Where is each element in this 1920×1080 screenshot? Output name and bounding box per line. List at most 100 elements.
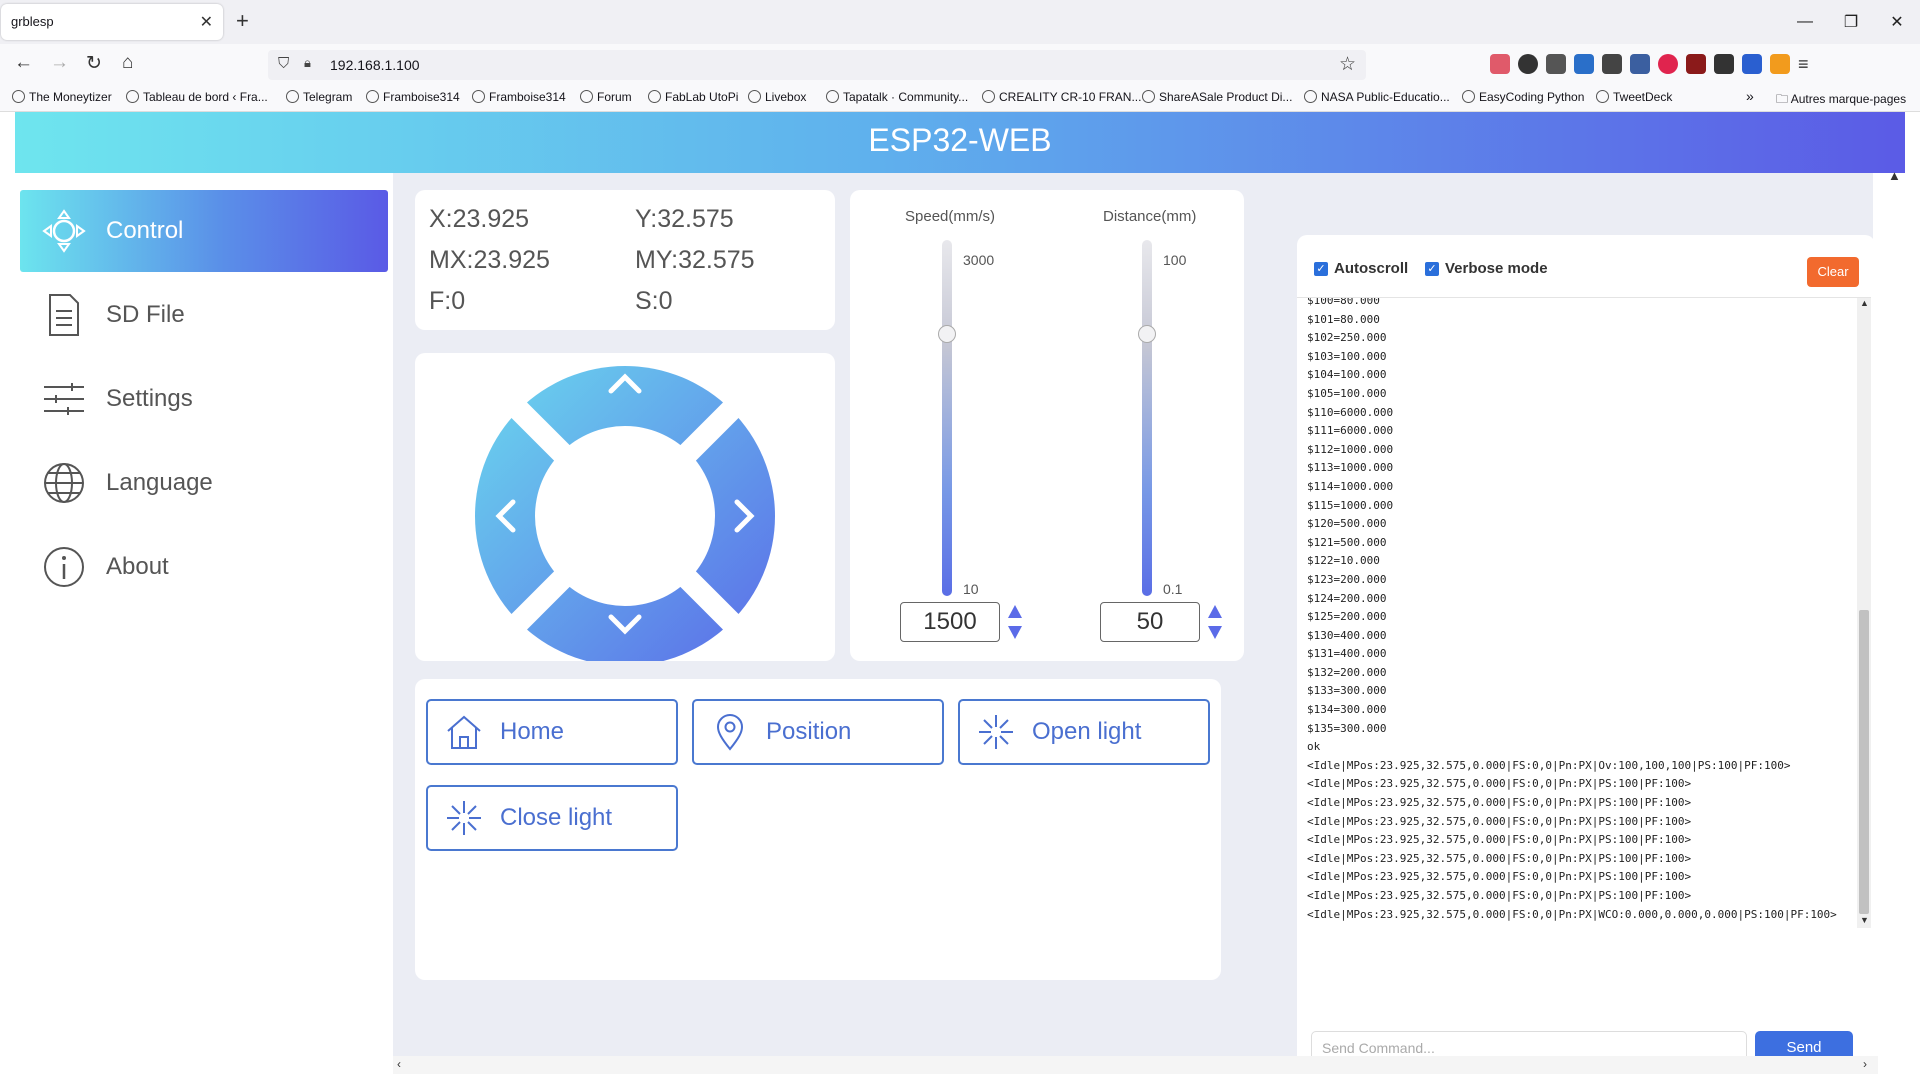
bookmark-item[interactable]: Tableau de bord ‹ Fra... [126,90,268,104]
menu-icon[interactable]: ≡ [1798,54,1818,74]
back-icon[interactable]: ← [14,52,33,74]
scroll-right-arrow[interactable]: › [1863,1057,1867,1071]
console-line: $100=80.000 [1307,297,1380,307]
bookmark-item[interactable]: Livebox [748,90,806,104]
sidebar-item-about[interactable]: About [20,526,388,608]
close-light-label: Close light [500,804,613,831]
bookmark-item[interactable]: CREALITY CR-10 FRAN... [982,90,1141,104]
open-light-button[interactable]: Open light [958,699,1210,765]
extension-icon[interactable] [1686,54,1706,74]
bookmark-item[interactable]: EasyCoding Python [1462,90,1584,104]
distance-slider-thumb[interactable] [1138,325,1156,343]
new-tab-icon[interactable]: + [236,8,249,34]
scroll-down-arrow[interactable]: ▼ [1860,915,1869,925]
browser-tab[interactable]: grblesp ✕ [1,4,223,40]
distance-input[interactable]: 50 [1100,602,1200,642]
extension-icon[interactable] [1546,54,1566,74]
lock-icon[interactable]: 🔒︎ [304,55,311,71]
light-burst-icon [976,712,1016,752]
pocket-icon[interactable] [1490,54,1510,74]
minimize-icon[interactable]: — [1782,0,1828,44]
jog-left-button[interactable] [485,494,529,538]
bookmark-star-icon[interactable]: ☆ [1339,53,1356,76]
forward-icon[interactable]: → [50,52,69,74]
more-bookmarks-icon[interactable]: » [1746,88,1754,104]
feed-rate: F:0 [429,287,466,315]
tab-title: grblesp [11,14,54,29]
autoscroll-label: Autoscroll [1334,260,1409,277]
speed-min: 10 [963,581,979,597]
bookmark-item[interactable]: Framboise314 [366,90,460,104]
speed-input[interactable]: 1500 [900,602,1000,642]
close-light-button[interactable]: Close light [426,785,678,851]
close-icon[interactable]: ✕ [200,12,213,32]
other-bookmarks-folder[interactable]: 🗀︎ Autres marque-pages [1776,90,1906,111]
bookmarks-bar: The Moneytizer Tableau de bord ‹ Fra... … [0,84,1920,112]
home-button[interactable]: Home [426,699,678,765]
console-line: <Idle|MPos:23.925,32.575,0.000|FS:0,0|Pn… [1307,796,1692,810]
sidebar-item-language[interactable]: Language [20,442,388,524]
scrollbar-thumb[interactable] [1859,610,1869,914]
extension-icon[interactable] [1658,54,1678,74]
vertical-scrollbar[interactable]: ▲ ▼ [1857,298,1871,928]
jog-right-button[interactable] [721,494,765,538]
position-button[interactable]: Position [692,699,944,765]
sidebar: Control SD File Settings Language About [0,173,393,1080]
url-bar[interactable]: ⛉ 🔒︎ 192.168.1.100 ☆ [268,50,1366,80]
page-horizontal-scrollbar[interactable]: ‹ › [393,1056,1878,1074]
restore-icon[interactable]: ❐ [1828,0,1874,44]
extension-icon[interactable] [1770,54,1790,74]
speed-decrement-icon[interactable] [1008,626,1022,639]
scroll-up-arrow[interactable]: ▲ [1860,298,1869,308]
bookmark-item[interactable]: FabLab UtoPi [648,90,738,104]
console-line: $103=100.000 [1307,349,1387,363]
sidebar-item-control[interactable]: Control [20,190,388,272]
console-line: $105=100.000 [1307,386,1387,400]
extension-f-icon[interactable] [1518,54,1538,74]
url-text[interactable]: 192.168.1.100 [330,57,420,73]
bookmark-item[interactable]: Telegram [286,90,352,104]
scroll-left-arrow[interactable]: ‹ [397,1057,401,1071]
console-line: $102=250.000 [1307,331,1387,345]
sidebar-item-label: Language [106,469,213,496]
speed-slider[interactable] [942,240,952,596]
distance-slider[interactable] [1142,240,1152,596]
extension-icon[interactable] [1574,54,1594,74]
autoscroll-checkbox[interactable]: ✓ Autoscroll [1314,260,1408,277]
bookmark-item[interactable]: TweetDeck [1596,90,1672,104]
jog-up-button[interactable] [603,363,647,407]
sidebar-item-settings[interactable]: Settings [20,358,388,440]
console-line: <Idle|MPos:23.925,32.575,0.000|FS:0,0|Pn… [1307,870,1692,884]
console-line: $101=80.000 [1307,312,1380,326]
sidebar-item-sd-file[interactable]: SD File [20,274,388,356]
home-icon[interactable]: ⌂ [122,52,133,74]
distance-decrement-icon[interactable] [1208,626,1222,639]
console-line: $122=10.000 [1307,554,1380,568]
document-icon [40,291,88,339]
extension-m-icon[interactable] [1742,54,1762,74]
clear-button[interactable]: Clear [1807,257,1859,287]
bookmark-item[interactable]: Framboise314 [472,90,566,104]
bookmark-item[interactable]: Tapatalk · Community... [826,90,968,104]
speed-slider-thumb[interactable] [938,325,956,343]
reload-icon[interactable]: ↻ [86,52,102,75]
close-window-icon[interactable]: ✕ [1874,0,1920,44]
console-log[interactable]: $100=80.000 $101=80.000 $102=250.000 $103=1… [1297,297,1871,941]
sliders-card: Speed(mm/s) Distance(mm) 3000 10 100 0.1… [850,190,1244,661]
checkmark-icon: ✓ [1314,261,1328,276]
jog-down-button[interactable] [603,601,647,645]
shield-icon[interactable]: ⛉ [278,55,289,72]
bookmark-item[interactable]: NASA Public-Educatio... [1304,90,1450,104]
speed-increment-icon[interactable] [1008,605,1022,618]
extension-icon[interactable] [1602,54,1622,74]
extension-icon[interactable] [1630,54,1650,74]
verbose-mode-checkbox[interactable]: ✓ Verbose mode [1425,260,1548,277]
scroll-up-arrow[interactable]: ▲ [1888,168,1901,183]
distance-increment-icon[interactable] [1208,605,1222,618]
home-label: Home [500,718,565,745]
bookmark-item[interactable]: The Moneytizer [12,90,112,104]
bookmark-item[interactable]: ShareASale Product Di... [1142,90,1292,104]
qr-code-icon[interactable] [1714,54,1734,74]
position-label: Position [766,718,852,745]
bookmark-item[interactable]: Forum [580,90,632,104]
